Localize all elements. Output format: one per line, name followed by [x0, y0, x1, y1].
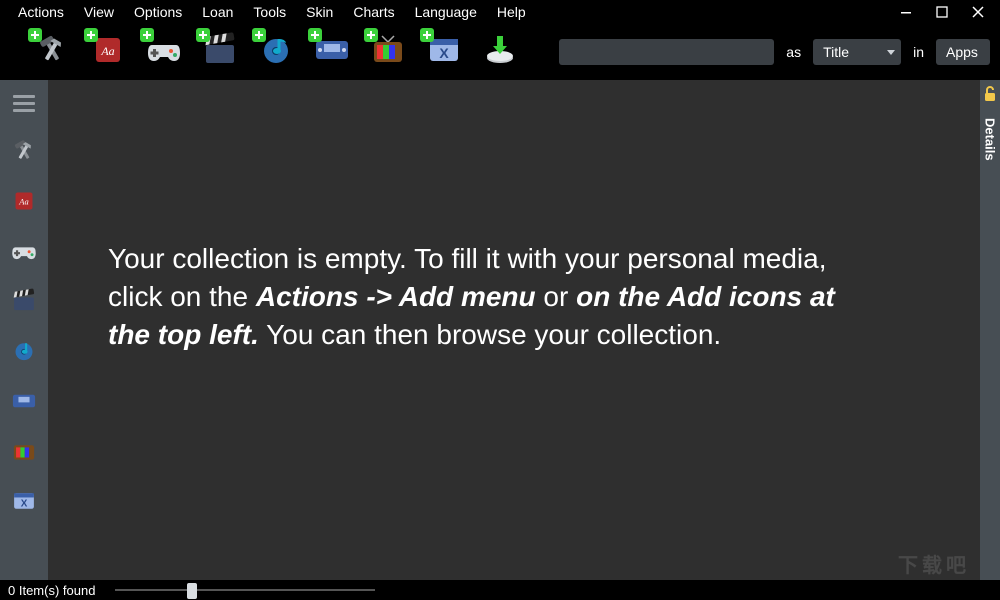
plus-badge-icon	[28, 28, 42, 42]
sidebar-item-music[interactable]	[4, 334, 44, 372]
menu-options[interactable]: Options	[124, 2, 192, 22]
sidebar-item-books[interactable]: Aa	[4, 184, 44, 222]
lock-icon[interactable]	[983, 86, 997, 102]
menu-view[interactable]: View	[74, 2, 124, 22]
tv-icon	[11, 439, 37, 468]
x-app-icon: X	[12, 491, 36, 516]
hammer-wrench-icon	[11, 138, 37, 169]
menu-loan[interactable]: Loan	[192, 2, 243, 22]
close-button[interactable]	[960, 0, 996, 24]
plus-badge-icon	[140, 28, 154, 42]
zoom-slider-thumb[interactable]	[187, 583, 197, 599]
plus-badge-icon	[308, 28, 322, 42]
zoom-slider[interactable]	[115, 589, 375, 591]
sidebar-item-handheld[interactable]	[4, 384, 44, 422]
empty-collection-message: Your collection is empty. To fill it wit…	[108, 240, 860, 353]
add-xapp-button[interactable]: X	[424, 32, 464, 72]
download-disk-icon	[483, 34, 517, 71]
sidebar-item-tv[interactable]	[4, 434, 44, 472]
right-rail: Details	[980, 80, 1000, 580]
filter-in-dropdown-value: Apps	[946, 44, 978, 60]
menu-skin[interactable]: Skin	[296, 2, 343, 22]
details-panel-tab[interactable]: Details	[983, 114, 998, 165]
watermark: 下载吧	[898, 549, 970, 578]
search-input[interactable]	[559, 39, 774, 65]
chevron-down-icon	[887, 50, 895, 55]
add-tools-button[interactable]	[32, 32, 72, 72]
book-icon: Aa	[12, 189, 36, 218]
add-books-button[interactable]: Aa	[88, 32, 128, 72]
menu-actions[interactable]: Actions	[8, 2, 74, 22]
music-note-icon	[12, 339, 36, 368]
add-tv-button[interactable]	[368, 32, 408, 72]
plus-badge-icon	[84, 28, 98, 42]
label-as: as	[782, 44, 805, 60]
left-rail: Aa	[0, 80, 48, 580]
toolbar-add-icons: Aa	[32, 32, 520, 72]
menu-language[interactable]: Language	[405, 2, 487, 22]
toolbar-right: as Title in Apps	[559, 39, 990, 65]
svg-text:Aa: Aa	[100, 44, 114, 58]
empty-msg-bold1: Actions -> Add menu	[256, 281, 536, 312]
clapperboard-icon	[12, 290, 36, 317]
main-content: Your collection is empty. To fill it wit…	[48, 80, 980, 580]
plus-badge-icon	[196, 28, 210, 42]
menu-charts[interactable]: Charts	[343, 2, 404, 22]
empty-msg-part3: You can then browse your collection.	[259, 319, 721, 350]
plus-badge-icon	[252, 28, 266, 42]
toolbar: Aa	[0, 24, 1000, 80]
add-handheld-button[interactable]	[312, 32, 352, 72]
handheld-icon	[11, 392, 37, 415]
sidebar-menu-button[interactable]	[4, 84, 44, 122]
add-import-button[interactable]	[480, 32, 520, 72]
menu-bar: Actions View Options Loan Tools Skin Cha…	[0, 0, 1000, 24]
plus-badge-icon	[364, 28, 378, 42]
menu-tools[interactable]: Tools	[243, 2, 296, 22]
filter-in-dropdown[interactable]: Apps	[936, 39, 990, 65]
gamepad-icon	[10, 240, 38, 267]
window-controls	[888, 0, 1000, 24]
add-games-button[interactable]	[144, 32, 184, 72]
svg-text:Aa: Aa	[18, 196, 28, 206]
sidebar-item-games[interactable]	[4, 234, 44, 272]
body-area: Aa	[0, 80, 1000, 580]
status-bar: 0 Item(s) found	[0, 580, 1000, 600]
filter-as-dropdown[interactable]: Title	[813, 39, 901, 65]
menu-help[interactable]: Help	[487, 2, 536, 22]
add-music-button[interactable]	[256, 32, 296, 72]
minimize-button[interactable]	[888, 0, 924, 24]
empty-msg-part2: or	[536, 281, 576, 312]
filter-as-dropdown-value: Title	[823, 44, 849, 60]
sidebar-item-xapp[interactable]: X	[4, 484, 44, 522]
sidebar-item-tools[interactable]	[4, 134, 44, 172]
plus-badge-icon	[420, 28, 434, 42]
add-movies-button[interactable]	[200, 32, 240, 72]
svg-text:X: X	[439, 45, 449, 61]
svg-text:X: X	[21, 498, 28, 509]
sidebar-item-movies[interactable]	[4, 284, 44, 322]
label-in: in	[909, 44, 928, 60]
maximize-button[interactable]	[924, 0, 960, 24]
items-found-label: 0 Item(s) found	[8, 583, 95, 598]
